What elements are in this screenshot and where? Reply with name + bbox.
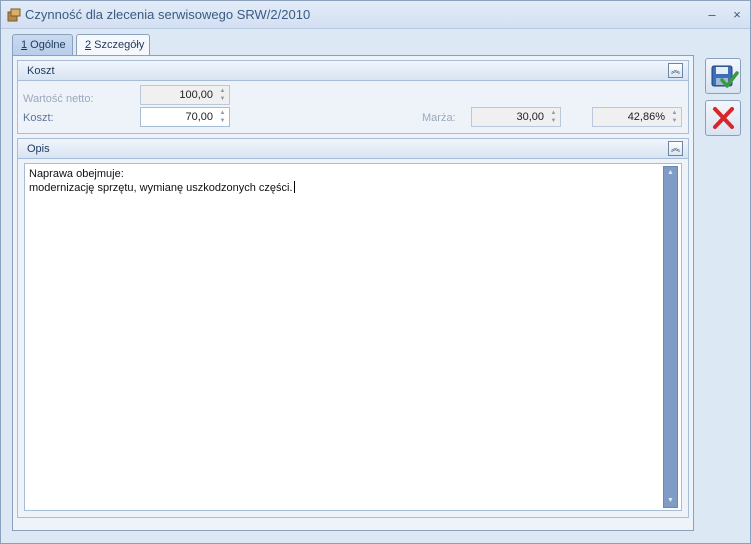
- koszt-group-title: Koszt: [27, 65, 55, 77]
- opis-textarea[interactable]: Naprawa obejmuje: modernizację sprzętu, …: [24, 163, 682, 511]
- window-title: Czynność dla zlecenia serwisowego SRW/2/…: [25, 7, 311, 22]
- wartosc-netto-value: 100,00: [179, 89, 213, 101]
- opis-group-title: Opis: [27, 143, 50, 155]
- marza-percent-value: 42,86%: [627, 111, 665, 123]
- wartosc-netto-field: 100,00 ▲ ▼: [140, 85, 230, 105]
- save-button[interactable]: [705, 58, 741, 94]
- scroll-up-icon[interactable]: ▲: [664, 167, 677, 179]
- marza-field: 30,00 ▲ ▼: [471, 107, 561, 127]
- spin-arrows-icon: ▲ ▼: [671, 110, 678, 124]
- opis-group-header: Opis ︽: [18, 139, 688, 159]
- cancel-button[interactable]: [705, 100, 741, 136]
- marza-percent-field: 42,86% ▲ ▼: [592, 107, 682, 127]
- koszt-group: Koszt ︽ Wartość netto: 100,00 ▲ ▼ Koszt: …: [17, 60, 689, 134]
- koszt-value: 70,00: [185, 111, 213, 123]
- collapse-icon[interactable]: ︽: [668, 141, 683, 156]
- opis-scrollbar[interactable]: ▲ ▼: [663, 166, 678, 508]
- close-button[interactable]: ×: [728, 6, 746, 24]
- koszt-input[interactable]: 70,00 ▲ ▼: [140, 107, 230, 127]
- collapse-icon[interactable]: ︽: [668, 63, 683, 78]
- opis-group: Opis ︽ Naprawa obejmuje: modernizację sp…: [17, 138, 689, 518]
- opis-line-2: modernizację sprzętu, wymianę uszkodzony…: [29, 182, 293, 194]
- koszt-label: Koszt:: [23, 112, 54, 124]
- koszt-group-header: Koszt ︽: [18, 61, 688, 81]
- marza-value: 30,00: [516, 111, 544, 123]
- tab-szczegoly-label: Szczegóły: [91, 39, 145, 51]
- spin-arrows-icon: ▲ ▼: [219, 88, 226, 102]
- wartosc-netto-label: Wartość netto:: [23, 93, 94, 105]
- marza-label: Marża:: [422, 112, 456, 124]
- tab-ogolne-label: Ogólne: [27, 39, 66, 51]
- tab-szczegoly[interactable]: 2 Szczegóły: [76, 34, 150, 57]
- title-bar: Czynność dla zlecenia serwisowego SRW/2/…: [1, 1, 750, 29]
- app-icon: [7, 8, 21, 22]
- spin-arrows-icon: ▲ ▼: [550, 110, 557, 124]
- spin-arrows-icon[interactable]: ▲ ▼: [217, 109, 228, 125]
- text-caret: [293, 181, 295, 193]
- cancel-icon: [706, 107, 740, 138]
- dialog-window: Czynność dla zlecenia serwisowego SRW/2/…: [0, 0, 751, 544]
- tab-content: Koszt ︽ Wartość netto: 100,00 ▲ ▼ Koszt: …: [12, 55, 694, 531]
- tab-ogolne[interactable]: 1 Ogólne: [12, 34, 73, 56]
- save-icon: [706, 65, 740, 96]
- opis-line-1: Naprawa obejmuje:: [29, 168, 124, 180]
- minimize-button[interactable]: –: [703, 6, 721, 24]
- scroll-down-icon[interactable]: ▼: [664, 495, 677, 507]
